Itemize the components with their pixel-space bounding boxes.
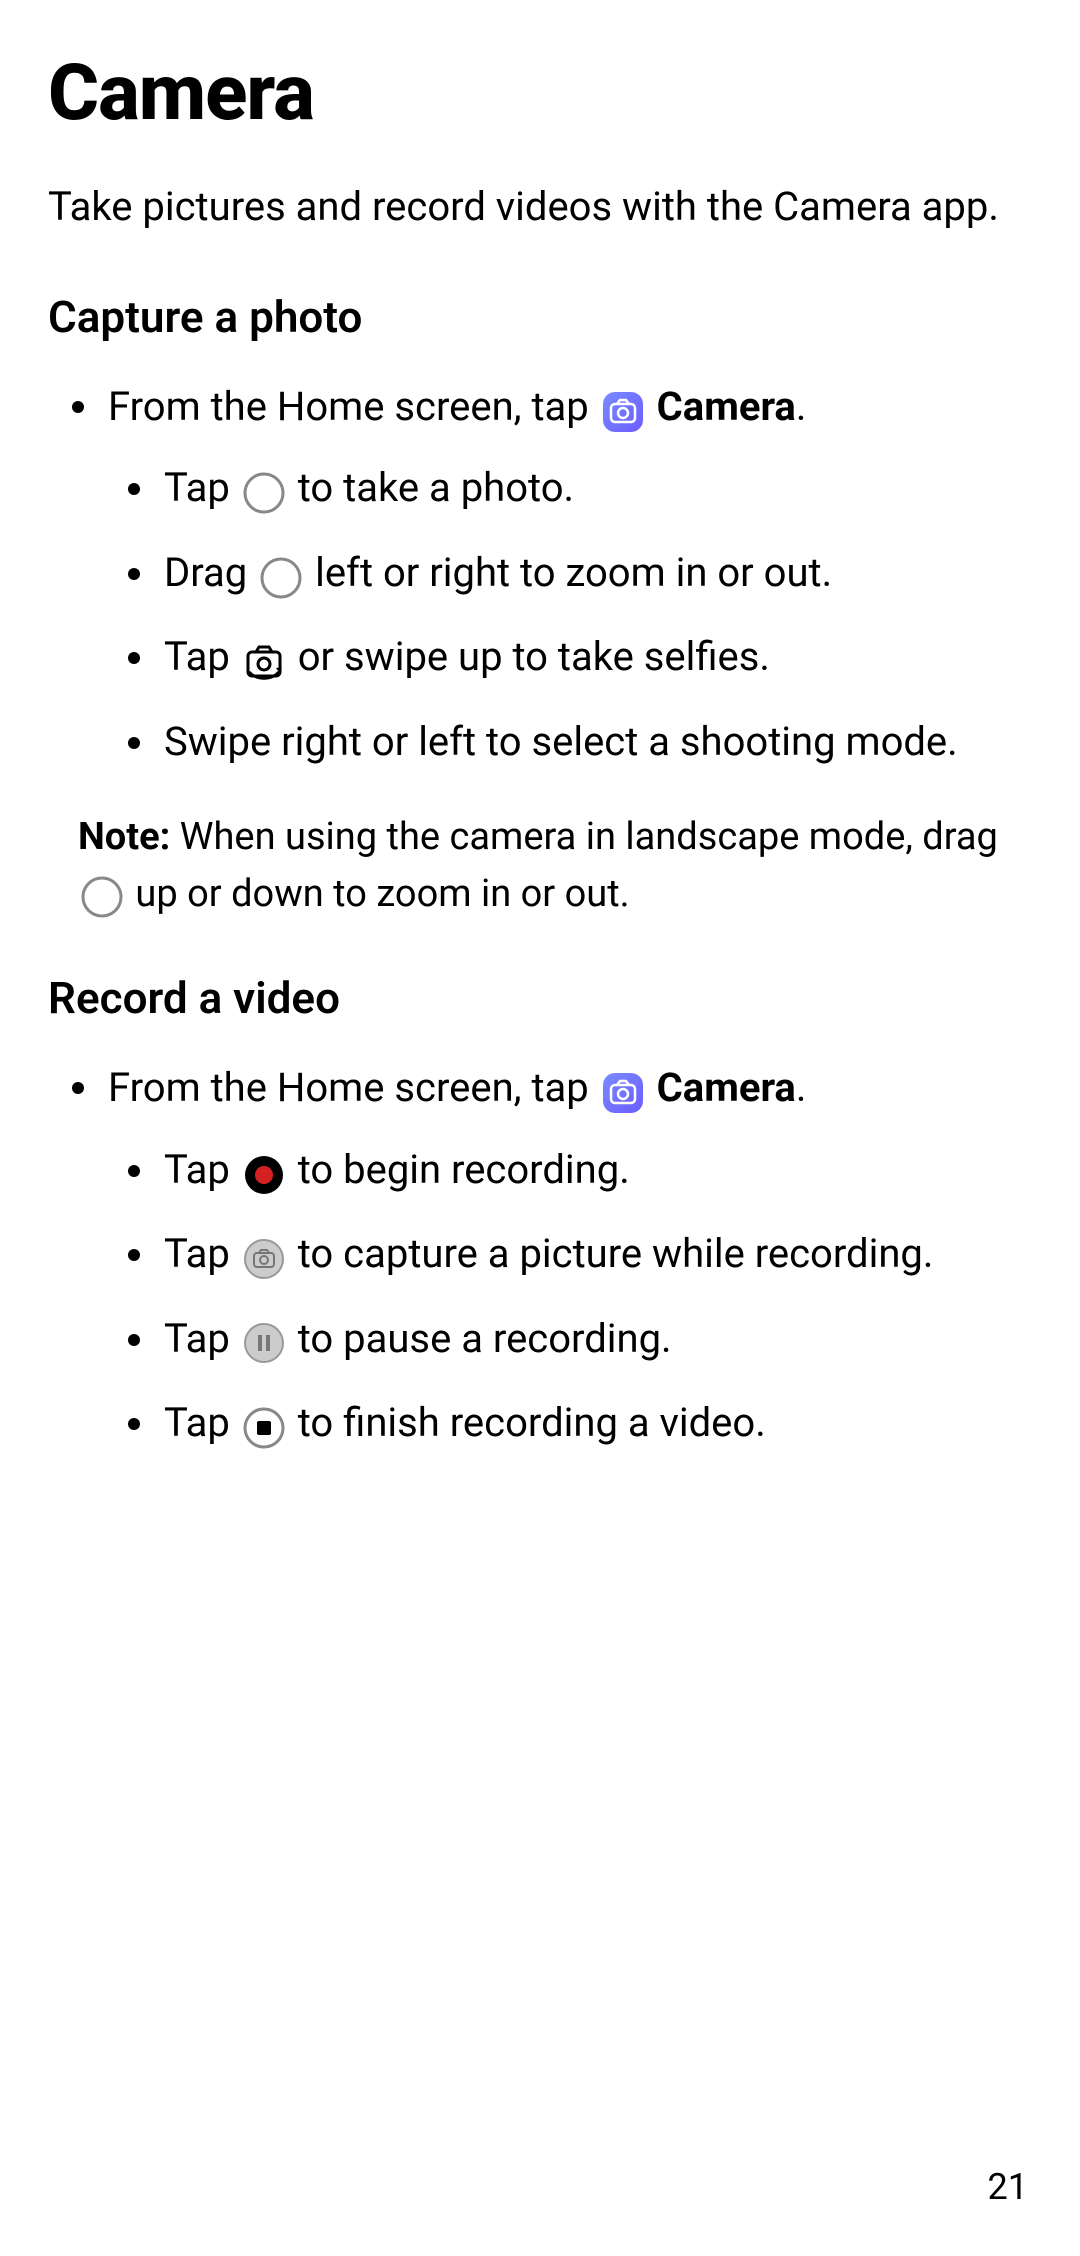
text: Tap	[164, 633, 240, 680]
list-item: Drag left or right to zoom in or out.	[108, 546, 1032, 602]
camera-app-icon	[601, 1063, 645, 1119]
text: .	[796, 383, 807, 430]
text-bold: Camera	[657, 383, 796, 430]
list-item: Tap to finish recording a video.	[108, 1396, 1032, 1452]
text: to pause a recording.	[288, 1315, 672, 1362]
list-item: Tap to take a photo.	[108, 461, 1032, 517]
text: Swipe right or left to select a shooting…	[164, 718, 958, 765]
text-bold: Camera	[657, 1064, 796, 1111]
text: to finish recording a video.	[288, 1399, 766, 1446]
text: to begin recording.	[288, 1146, 630, 1193]
text: Tap	[164, 1230, 240, 1277]
text: Drag	[164, 549, 257, 596]
page-number: 21	[988, 2166, 1028, 2208]
text: left or right to zoom in or out.	[305, 549, 832, 596]
text: When using the camera in landscape mode,…	[170, 815, 998, 859]
switch-camera-icon	[242, 633, 286, 687]
text: Tap	[164, 464, 240, 511]
note-block: Note: When using the camera in landscape…	[48, 809, 1032, 924]
text: Tap	[164, 1399, 240, 1446]
section-heading-record: Record a video	[48, 972, 1032, 1024]
list-item: From the Home screen, tap Camera. Tap	[48, 379, 1032, 769]
list-item: From the Home screen, tap Camera. Tap to…	[48, 1060, 1032, 1452]
list-item: Tap to capture a picture while recording…	[108, 1227, 1032, 1283]
text: Tap	[164, 1315, 240, 1362]
camera-app-icon	[601, 381, 645, 437]
list-item: Swipe right or left to select a shooting…	[108, 715, 1032, 769]
text: From the Home screen, tap	[108, 383, 599, 430]
text: to capture a picture while recording.	[288, 1230, 934, 1277]
text: or swipe up to take selfies.	[288, 633, 770, 680]
shutter-circle-icon	[259, 548, 303, 602]
note-label: Note:	[78, 815, 170, 859]
list-item: Tap or swipe up to take selfies.	[108, 630, 1032, 686]
list-item: Tap to begin recording.	[108, 1143, 1032, 1199]
record-icon	[242, 1145, 286, 1199]
text: .	[796, 1064, 807, 1111]
stop-icon	[242, 1398, 286, 1452]
capture-sublist: Tap to take a photo. Drag left or right …	[108, 461, 1032, 768]
text: to take a photo.	[288, 464, 574, 511]
intro-text: Take pictures and record videos with the…	[48, 179, 1032, 235]
page-title: Camera	[48, 48, 1032, 139]
section-heading-capture: Capture a photo	[48, 291, 1032, 343]
capture-list: From the Home screen, tap Camera. Tap	[48, 379, 1032, 769]
text: up or down to zoom in or out.	[126, 872, 630, 916]
list-item: Tap to pause a recording.	[108, 1312, 1032, 1368]
shutter-circle-icon	[242, 464, 286, 518]
text: From the Home screen, tap	[108, 1064, 599, 1111]
capture-while-recording-icon	[242, 1230, 286, 1284]
shutter-circle-icon	[80, 867, 124, 924]
record-list: From the Home screen, tap Camera. Tap to…	[48, 1060, 1032, 1452]
pause-icon	[242, 1314, 286, 1368]
record-sublist: Tap to begin recording. Tap to captu	[108, 1143, 1032, 1453]
text: Tap	[164, 1146, 240, 1193]
